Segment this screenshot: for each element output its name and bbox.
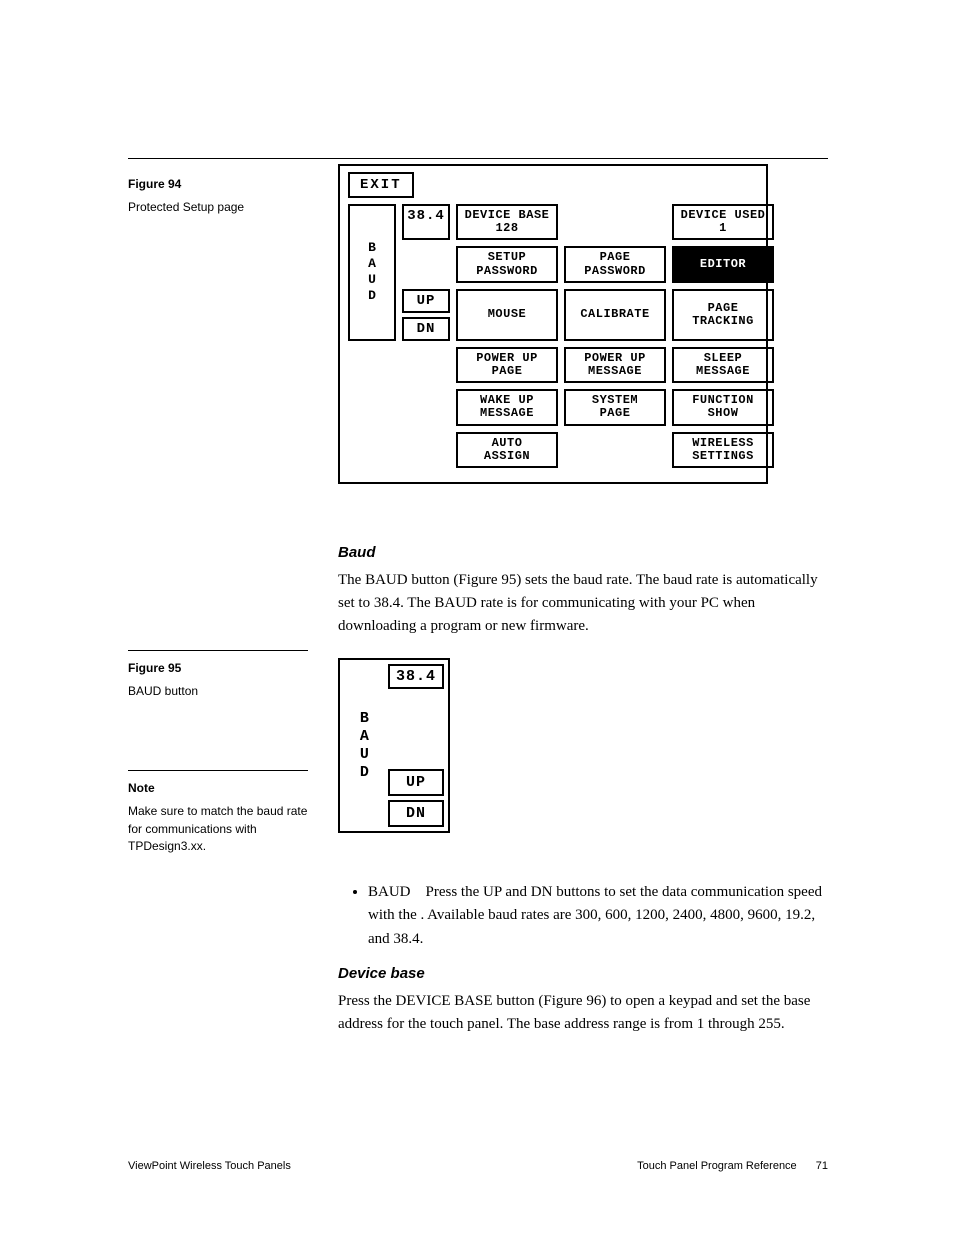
protected-setup-panel: EXIT BAUD 38.4 DEVICE BASE128 DEVICE USE… <box>338 164 768 484</box>
power-up-message-button[interactable]: POWER UPMESSAGE <box>564 347 666 383</box>
figure-95-caption: BAUD button <box>128 683 308 700</box>
figure-95-rule <box>128 650 308 651</box>
auto-assign-button[interactable]: AUTOASSIGN <box>456 432 558 468</box>
figure-94-label: Figure 94 <box>128 176 308 193</box>
power-up-page-button[interactable]: POWER UPPAGE <box>456 347 558 383</box>
note-sidebar: Note Make sure to match the baud rate fo… <box>128 774 308 856</box>
footer-right: Touch Panel Program Reference <box>637 1160 797 1172</box>
page-password-button[interactable]: PAGEPASSWORD <box>564 246 666 282</box>
sleep-message-button[interactable]: SLEEPMESSAGE <box>672 347 774 383</box>
baud-vertical-label: BAUD <box>344 664 384 827</box>
exit-button[interactable]: EXIT <box>348 172 414 198</box>
baud-rate-value: 38.4 <box>388 664 444 689</box>
baud-section-paragraph: The BAUD button (Figure 95) sets the bau… <box>338 569 832 639</box>
baud-dn-button[interactable]: DN <box>402 317 450 341</box>
figure-95-sidebar: Figure 95 BAUD button <box>128 654 308 701</box>
baud-label-vertical: BAUD <box>348 204 396 341</box>
baud-dn-button-large[interactable]: DN <box>388 800 444 827</box>
baud-rate-display: 38.4 <box>402 204 450 240</box>
page-footer: ViewPoint Wireless Touch Panels Touch Pa… <box>128 1160 828 1172</box>
figure-94-sidebar: Figure 94 Protected Setup page <box>128 170 308 217</box>
device-base-heading: Device base <box>338 965 832 982</box>
note-label: Note <box>128 780 308 797</box>
baud-button-panel: BAUD 38.4 UP DN <box>338 658 450 833</box>
footer-left: ViewPoint Wireless Touch Panels <box>128 1160 291 1172</box>
baud-up-button-large[interactable]: UP <box>388 769 444 796</box>
system-page-button[interactable]: SYSTEMPAGE <box>564 389 666 425</box>
setup-password-button[interactable]: SETUPPASSWORD <box>456 246 558 282</box>
page-top-rule <box>128 158 828 159</box>
editor-button[interactable]: EDITOR <box>672 246 774 282</box>
note-body: Make sure to match the baud rate for com… <box>128 803 308 855</box>
baud-bullet: BAUD Press the UP and DN buttons to set … <box>368 881 832 951</box>
mouse-button[interactable]: MOUSE <box>456 289 558 341</box>
baud-up-button[interactable]: UP <box>402 289 450 313</box>
wake-up-message-button[interactable]: WAKE UPMESSAGE <box>456 389 558 425</box>
figure-95-label: Figure 95 <box>128 660 308 677</box>
baud-bullet-term: BAUD <box>368 884 411 900</box>
wireless-settings-button[interactable]: WIRELESSSETTINGS <box>672 432 774 468</box>
calibrate-button[interactable]: CALIBRATE <box>564 289 666 341</box>
device-used-button[interactable]: DEVICE USED1 <box>672 204 774 240</box>
baud-bullet-text: Press the UP and DN buttons to set the d… <box>368 884 822 947</box>
device-base-paragraph: Press the DEVICE BASE button (Figure 96)… <box>338 990 832 1037</box>
figure-94-caption: Protected Setup page <box>128 199 308 216</box>
note-rule <box>128 770 308 771</box>
device-base-button[interactable]: DEVICE BASE128 <box>456 204 558 240</box>
page-tracking-button[interactable]: PAGETRACKING <box>672 289 774 341</box>
function-show-button[interactable]: FUNCTIONSHOW <box>672 389 774 425</box>
footer-page-number: 71 <box>816 1160 828 1172</box>
baud-section-heading: Baud <box>338 544 832 561</box>
